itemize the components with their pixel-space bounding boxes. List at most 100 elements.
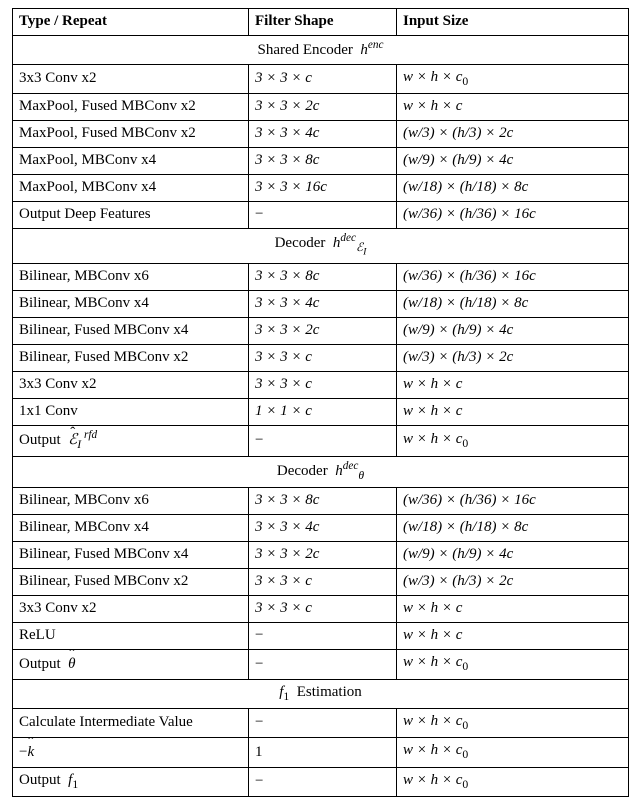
cell-input: w × h × c0 bbox=[397, 738, 629, 767]
col-filter: Filter Shape bbox=[249, 9, 397, 36]
cell-input: w × h × c0 bbox=[397, 425, 629, 456]
cell-type: Output ℰI rfd bbox=[13, 425, 249, 456]
cell-type: Bilinear, MBConv x4 bbox=[13, 515, 249, 542]
cell-filter: 3 × 3 × 16c bbox=[249, 175, 397, 202]
table-row: Bilinear, Fused MBConv x4 3 × 3 × 2c (w/… bbox=[13, 542, 629, 569]
table-row: Bilinear, MBConv x4 3 × 3 × 4c (w/18) × … bbox=[13, 290, 629, 317]
table-row: Bilinear, MBConv x6 3 × 3 × 8c (w/36) × … bbox=[13, 263, 629, 290]
cell-input: (w/18) × (h/18) × 8c bbox=[397, 290, 629, 317]
cell-filter: 1 bbox=[249, 738, 397, 767]
table-row: 3x3 Conv x2 3 × 3 × c w × h × c bbox=[13, 371, 629, 398]
cell-type: MaxPool, MBConv x4 bbox=[13, 175, 249, 202]
section-decoder-theta-title: Decoder hdecθ bbox=[13, 456, 629, 487]
cell-type: Bilinear, Fused MBConv x4 bbox=[13, 317, 249, 344]
cell-type: Bilinear, MBConv x6 bbox=[13, 263, 249, 290]
table-row: −k 1 w × h × c0 bbox=[13, 738, 629, 767]
cell-type: 3x3 Conv x2 bbox=[13, 596, 249, 623]
cell-filter: 3 × 3 × 2c bbox=[249, 542, 397, 569]
cell-filter: 3 × 3 × 8c bbox=[249, 148, 397, 175]
table-row: MaxPool, Fused MBConv x2 3 × 3 × 2c w × … bbox=[13, 94, 629, 121]
table-row: Bilinear, Fused MBConv x2 3 × 3 × c (w/3… bbox=[13, 344, 629, 371]
cell-input: w × h × c bbox=[397, 371, 629, 398]
table-row: 1x1 Conv 1 × 1 × c w × h × c bbox=[13, 398, 629, 425]
cell-filter: 3 × 3 × 4c bbox=[249, 290, 397, 317]
cell-input: (w/3) × (h/3) × 2c bbox=[397, 344, 629, 371]
cell-filter: − bbox=[249, 709, 397, 738]
table-row: Bilinear, Fused MBConv x4 3 × 3 × 2c (w/… bbox=[13, 317, 629, 344]
section-encoder-title: Shared Encoder henc bbox=[13, 36, 629, 65]
table-row: MaxPool, MBConv x4 3 × 3 × 8c (w/9) × (h… bbox=[13, 148, 629, 175]
cell-type: Output Deep Features bbox=[13, 202, 249, 229]
cell-filter: − bbox=[249, 623, 397, 650]
cell-input: (w/18) × (h/18) × 8c bbox=[397, 175, 629, 202]
table-row: Output ℰI rfd − w × h × c0 bbox=[13, 425, 629, 456]
table-row: Bilinear, MBConv x6 3 × 3 × 8c (w/36) × … bbox=[13, 488, 629, 515]
section-decoder-theta: Decoder hdecθ bbox=[13, 456, 629, 487]
cell-filter: 3 × 3 × 4c bbox=[249, 121, 397, 148]
table-row: Calculate Intermediate Value − w × h × c… bbox=[13, 709, 629, 738]
cell-filter: − bbox=[249, 425, 397, 456]
cell-input: w × h × c0 bbox=[397, 709, 629, 738]
cell-input: w × h × c bbox=[397, 398, 629, 425]
cell-type: Bilinear, Fused MBConv x2 bbox=[13, 344, 249, 371]
col-input: Input Size bbox=[397, 9, 629, 36]
cell-type: Bilinear, Fused MBConv x2 bbox=[13, 569, 249, 596]
cell-type: Calculate Intermediate Value bbox=[13, 709, 249, 738]
cell-filter: 3 × 3 × 2c bbox=[249, 94, 397, 121]
col-type: Type / Repeat bbox=[13, 9, 249, 36]
cell-input: (w/36) × (h/36) × 16c bbox=[397, 488, 629, 515]
table-header-row: Type / Repeat Filter Shape Input Size bbox=[13, 9, 629, 36]
cell-type: 3x3 Conv x2 bbox=[13, 65, 249, 94]
table-row: Output θ − w × h × c0 bbox=[13, 650, 629, 679]
section-decoder-ei-title: Decoder hdecℰI bbox=[13, 229, 629, 263]
table-row: 3x3 Conv x2 3 × 3 × c w × h × c bbox=[13, 596, 629, 623]
table-row: Bilinear, MBConv x4 3 × 3 × 4c (w/18) × … bbox=[13, 515, 629, 542]
cell-type: −k bbox=[13, 738, 249, 767]
cell-input: (w/9) × (h/9) × 4c bbox=[397, 542, 629, 569]
cell-filter: 3 × 3 × 4c bbox=[249, 515, 397, 542]
cell-type: 1x1 Conv bbox=[13, 398, 249, 425]
cell-filter: 3 × 3 × 8c bbox=[249, 488, 397, 515]
cell-input: (w/36) × (h/36) × 16c bbox=[397, 263, 629, 290]
cell-filter: 3 × 3 × 8c bbox=[249, 263, 397, 290]
cell-filter: 3 × 3 × c bbox=[249, 371, 397, 398]
cell-filter: 1 × 1 × c bbox=[249, 398, 397, 425]
table-row: Output Deep Features − (w/36) × (h/36) ×… bbox=[13, 202, 629, 229]
cell-input: w × h × c bbox=[397, 94, 629, 121]
cell-type: Bilinear, MBConv x6 bbox=[13, 488, 249, 515]
cell-input: (w/9) × (h/9) × 4c bbox=[397, 317, 629, 344]
cell-type: MaxPool, MBConv x4 bbox=[13, 148, 249, 175]
cell-type: 3x3 Conv x2 bbox=[13, 371, 249, 398]
section-decoder-ei: Decoder hdecℰI bbox=[13, 229, 629, 263]
table-row: 3x3 Conv x2 3 × 3 × c w × h × c0 bbox=[13, 65, 629, 94]
cell-type: MaxPool, Fused MBConv x2 bbox=[13, 94, 249, 121]
section-f1: f1 Estimation bbox=[13, 679, 629, 708]
table-row: ReLU − w × h × c bbox=[13, 623, 629, 650]
cell-filter: 3 × 3 × c bbox=[249, 344, 397, 371]
cell-input: w × h × c0 bbox=[397, 650, 629, 679]
cell-input: w × h × c bbox=[397, 623, 629, 650]
cell-input: (w/9) × (h/9) × 4c bbox=[397, 148, 629, 175]
cell-type: Bilinear, MBConv x4 bbox=[13, 290, 249, 317]
cell-filter: 3 × 3 × c bbox=[249, 569, 397, 596]
cell-input: (w/3) × (h/3) × 2c bbox=[397, 121, 629, 148]
cell-type: ReLU bbox=[13, 623, 249, 650]
cell-input: w × h × c0 bbox=[397, 65, 629, 94]
section-encoder: Shared Encoder henc bbox=[13, 36, 629, 65]
cell-input: w × h × c bbox=[397, 596, 629, 623]
table-row: MaxPool, MBConv x4 3 × 3 × 16c (w/18) × … bbox=[13, 175, 629, 202]
cell-filter: 3 × 3 × c bbox=[249, 596, 397, 623]
section-f1-title: f1 Estimation bbox=[13, 679, 629, 708]
table-row: Bilinear, Fused MBConv x2 3 × 3 × c (w/3… bbox=[13, 569, 629, 596]
cell-input: (w/3) × (h/3) × 2c bbox=[397, 569, 629, 596]
cell-input: (w/18) × (h/18) × 8c bbox=[397, 515, 629, 542]
cell-type: MaxPool, Fused MBConv x2 bbox=[13, 121, 249, 148]
cell-filter: 3 × 3 × 2c bbox=[249, 317, 397, 344]
cell-filter: − bbox=[249, 202, 397, 229]
cell-input: (w/36) × (h/36) × 16c bbox=[397, 202, 629, 229]
cell-filter: 3 × 3 × c bbox=[249, 65, 397, 94]
table-row: MaxPool, Fused MBConv x2 3 × 3 × 4c (w/3… bbox=[13, 121, 629, 148]
cell-type: Output θ bbox=[13, 650, 249, 679]
architecture-table: Type / Repeat Filter Shape Input Size Sh… bbox=[12, 8, 629, 797]
cell-filter: − bbox=[249, 650, 397, 679]
